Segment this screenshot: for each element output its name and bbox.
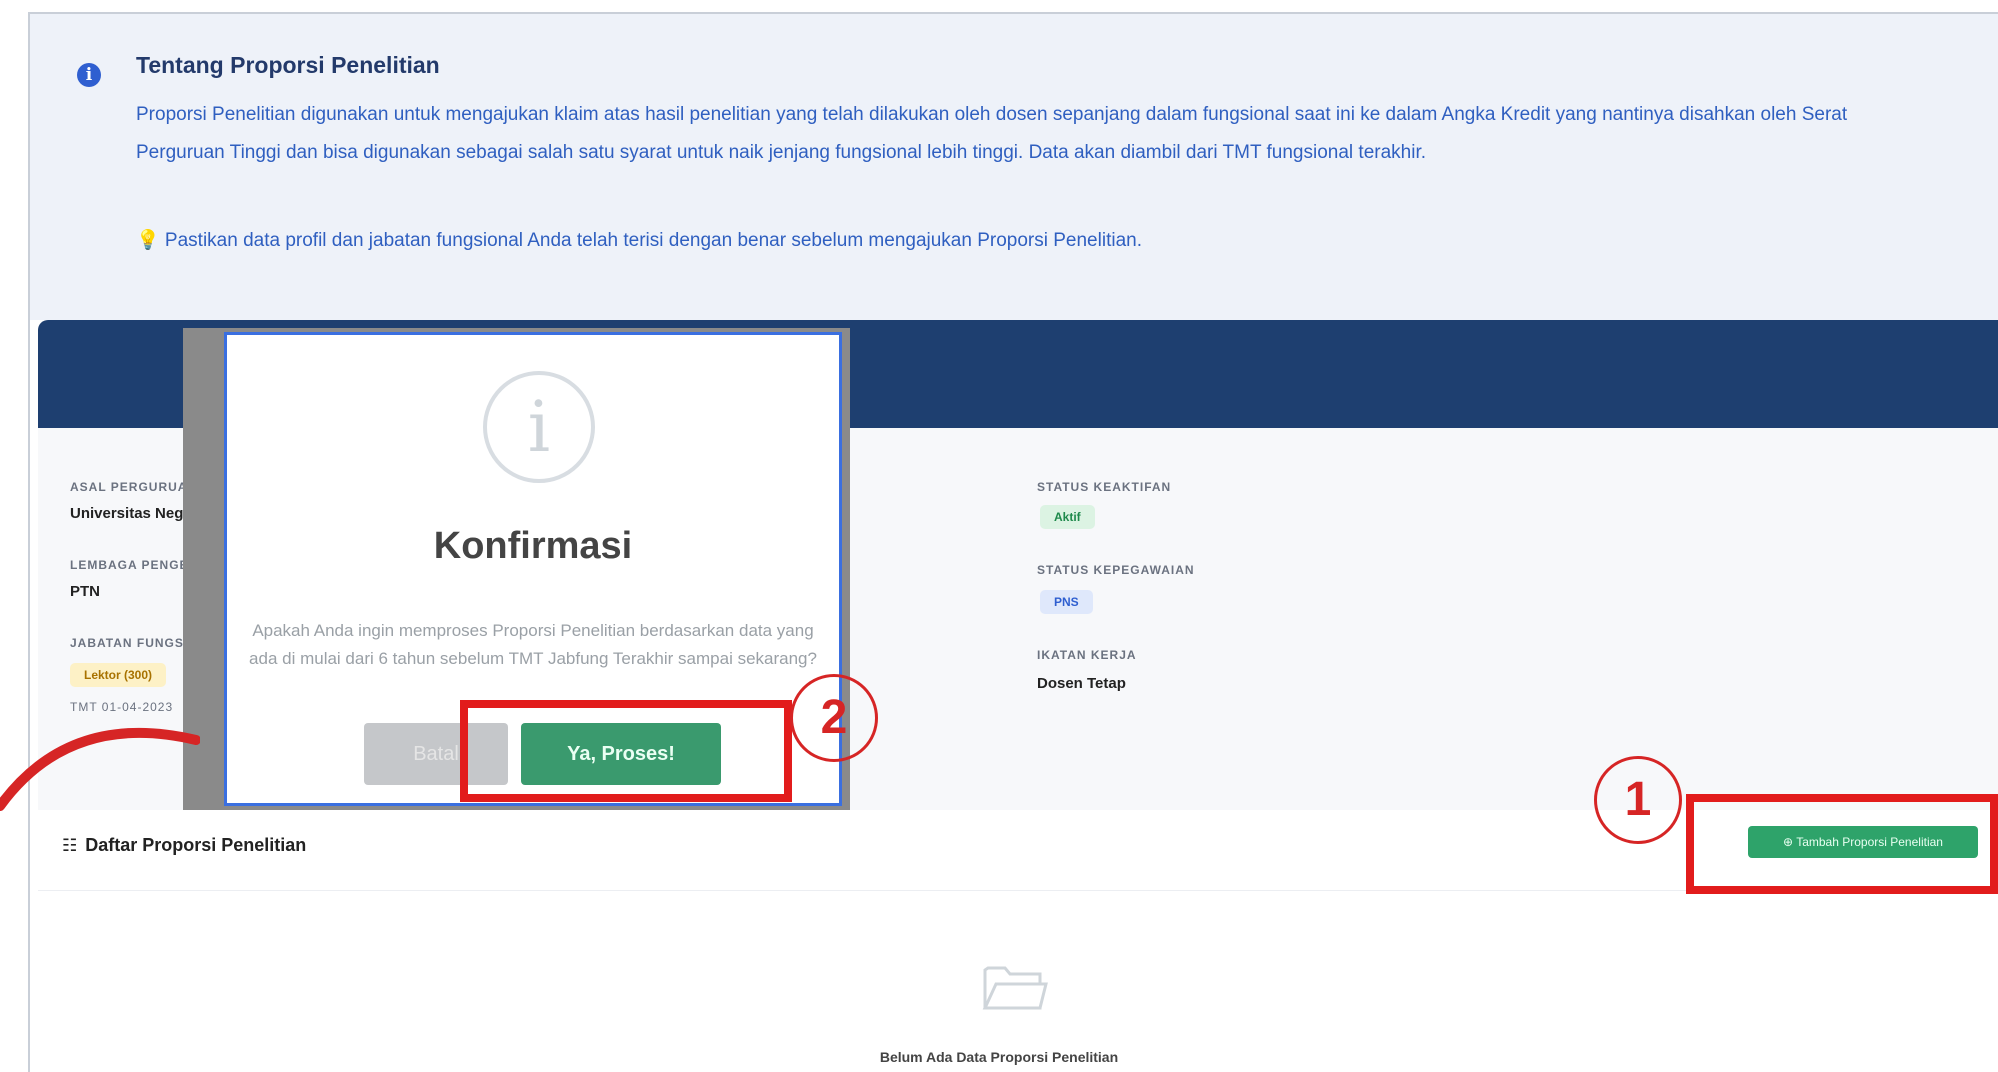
field-value-asal: Universitas Negeri (70, 505, 202, 522)
field-label-lembaga: LEMBAGA PENGEL (70, 558, 197, 572)
info-icon: i (77, 63, 101, 87)
field-label-status-kepegawaian: STATUS KEPEGAWAIAN (1037, 563, 1195, 577)
empty-state-text: Belum Ada Data Proporsi Penelitian (879, 1049, 1119, 1065)
dialog-message: Apakah Anda ingin memproses Proporsi Pen… (249, 621, 817, 668)
dialog-title: Konfirmasi (433, 525, 633, 567)
field-value-ikatan-kerja: Dosen Tetap (1037, 675, 1126, 692)
info-tip: 💡 Pastikan data profil dan jabatan fungs… (136, 230, 1142, 251)
info-description: Proporsi Penelitian digunakan untuk meng… (136, 104, 1848, 163)
step-1-marker: 1 (1594, 756, 1682, 844)
highlight-box-step2 (460, 700, 792, 802)
status-keaktifan-badge: Aktif (1040, 505, 1095, 529)
field-label-asal: ASAL PERGURUAN (70, 480, 198, 494)
empty-folder-icon (982, 966, 1048, 1010)
list-title: ☷ Daftar Proporsi Penelitian (62, 835, 306, 856)
list-title-text: Daftar Proporsi Penelitian (85, 835, 307, 855)
list-icon: ☷ (62, 836, 78, 855)
field-label-ikatan-kerja: IKATAN KERJA (1037, 648, 1137, 662)
annotation-arrow (0, 727, 200, 811)
field-value-lembaga: PTN (70, 583, 100, 600)
info-title: Tentang Proporsi Penelitian (136, 52, 440, 78)
field-label-jabatan: JABATAN FUNGSIO (70, 636, 199, 650)
jabatan-badge: Lektor (300) (70, 663, 167, 687)
step-2-marker: 2 (790, 674, 878, 762)
info-circle-icon: i (483, 371, 595, 483)
status-kepegawaian-badge: PNS (1040, 590, 1093, 614)
field-label-status-keaktifan: STATUS KEAKTIFAN (1037, 480, 1172, 494)
highlight-box-step1 (1686, 794, 1998, 894)
